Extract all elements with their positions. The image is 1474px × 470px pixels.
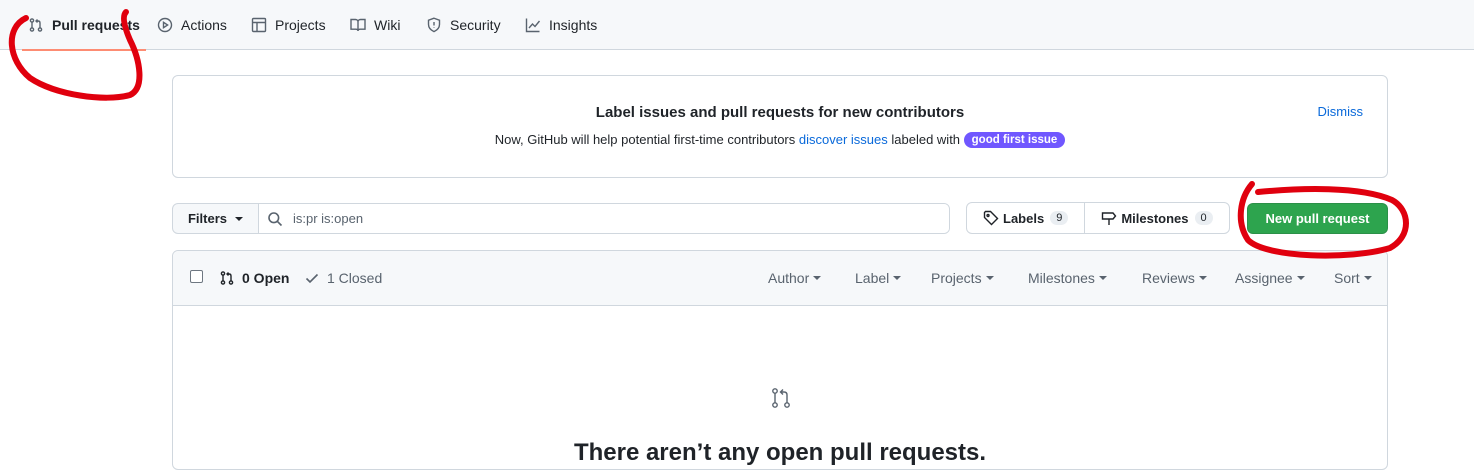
milestones-button[interactable]: Milestones 0 [1084,203,1228,233]
tab-insights[interactable]: Insights [525,0,597,50]
milestones-count: 0 [1194,211,1213,225]
caret-down-icon [1198,276,1207,280]
banner-text-before: Now, GitHub will help potential first-ti… [494,132,799,147]
tab-label: Pull requests [52,17,140,33]
labels-milestones-group: Labels 9 Milestones 0 [966,202,1230,234]
tab-pull-requests[interactable]: Pull requests [22,0,146,51]
open-filter[interactable]: 0 Open [219,251,289,305]
git-pull-request-icon [29,18,43,32]
table-icon [251,17,267,33]
search-input[interactable] [291,210,949,227]
tab-label: Wiki [374,17,401,33]
caret-down-icon [1296,276,1305,280]
tab-label: Insights [549,17,598,33]
filter-bar: Filters [172,203,950,234]
git-pull-request-icon [772,388,790,408]
banner-text-after: labeled with [887,132,964,147]
sort-filter[interactable]: Sort [1334,251,1372,305]
milestones-filter[interactable]: Milestones [1028,251,1107,305]
select-all-checkbox[interactable] [190,270,203,283]
tab-label: Projects [275,17,326,33]
tab-wiki[interactable]: Wiki [350,0,400,50]
closed-filter[interactable]: 1 Closed [304,251,382,305]
graph-icon [525,18,541,33]
author-filter[interactable]: Author [768,251,822,305]
reviews-filter[interactable]: Reviews [1142,251,1207,305]
filter-label: Assignee [1235,270,1293,286]
projects-filter[interactable]: Projects [931,251,994,305]
filter-label: Reviews [1142,270,1195,286]
filters-button[interactable]: Filters [173,204,259,233]
contributor-banner: Label issues and pull requests for new c… [172,75,1388,178]
blankslate-icon [769,386,793,410]
search-icon [268,211,283,226]
pull-request-list: 0 Open 1 Closed Author Label Projects Mi… [172,250,1388,470]
caret-down-icon [1363,276,1372,280]
caret-down-icon [813,276,822,280]
tab-label: Actions [181,17,227,33]
good-first-issue-label[interactable]: good first issue [963,132,1066,148]
filter-label: Label [855,270,890,286]
new-pull-request-button[interactable]: New pull request [1247,203,1388,234]
closed-count: 1 Closed [327,270,383,286]
milestone-icon [1102,212,1117,225]
caret-down-icon [1098,276,1107,280]
discover-issues-link[interactable]: discover issues [799,132,888,147]
git-pull-request-icon [220,271,234,285]
labels-count: 9 [1050,211,1069,225]
repo-nav: Pull requests Actions Projects Wiki Secu… [0,0,1474,51]
book-icon [350,18,366,32]
banner-text: Now, GitHub will help potential first-ti… [173,132,1387,148]
caret-down-icon [985,276,994,280]
shield-icon [427,17,441,33]
caret-down-icon [235,216,243,221]
tab-projects[interactable]: Projects [251,0,326,50]
blankslate-title: There aren’t any open pull requests. [573,439,987,466]
filter-label: Author [768,270,810,286]
tab-actions[interactable]: Actions [157,0,227,50]
play-icon [157,17,173,33]
assignee-filter[interactable]: Assignee [1235,251,1305,305]
labels-button[interactable]: Labels 9 [967,203,1084,233]
dismiss-button[interactable]: Dismiss [1318,104,1364,119]
filter-label: Projects [931,270,982,286]
tab-security[interactable]: Security [426,0,501,50]
filter-label: Milestones [1028,270,1095,286]
open-count: 0 Open [242,270,290,286]
tab-label: Security [450,17,501,33]
milestones-label: Milestones [1121,210,1189,226]
check-icon [305,273,319,284]
banner-title: Label issues and pull requests for new c… [595,104,965,121]
filters-button-label: Filters [187,211,227,226]
labels-label: Labels [1003,210,1045,226]
search-container [259,204,949,233]
caret-down-icon [893,276,902,280]
list-header: 0 Open 1 Closed Author Label Projects Mi… [173,251,1387,306]
filter-label: Sort [1334,270,1360,286]
label-filter[interactable]: Label [855,251,902,305]
tag-icon [983,210,999,226]
